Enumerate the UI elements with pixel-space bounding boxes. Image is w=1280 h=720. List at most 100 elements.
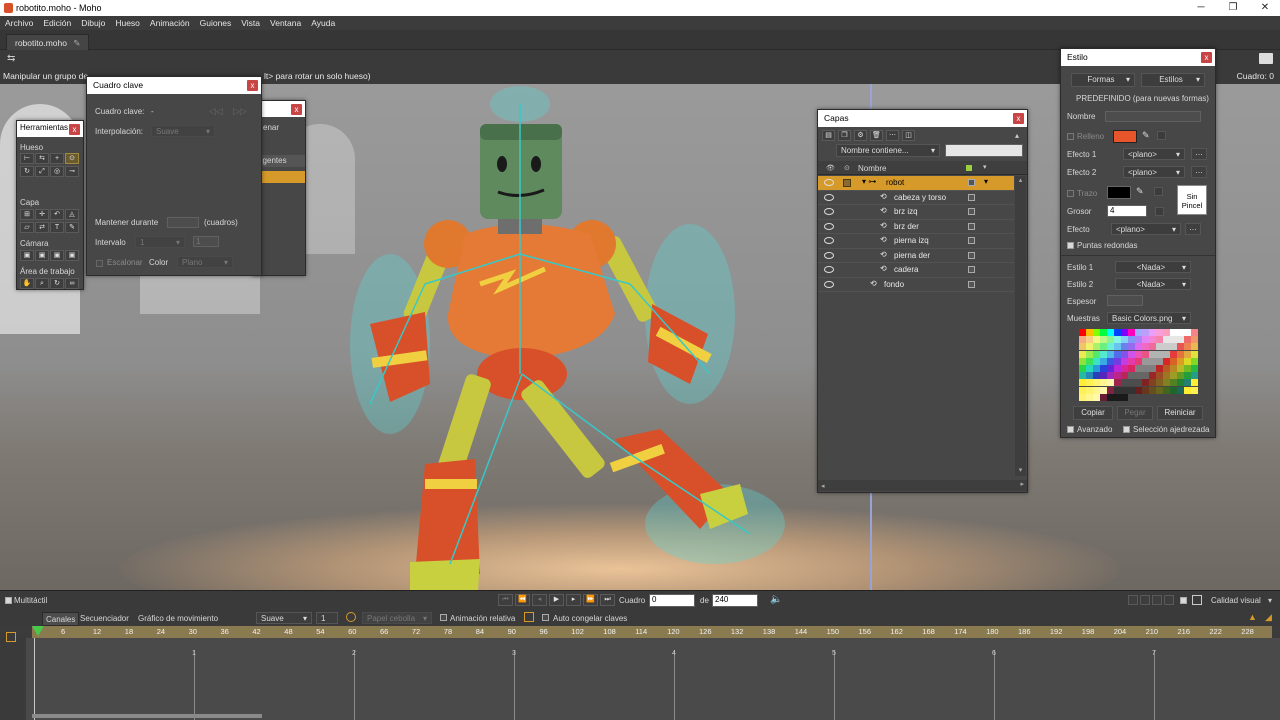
layer-row[interactable]: ⟲ pierna izq bbox=[818, 234, 1014, 249]
layer-checkbox[interactable] bbox=[968, 208, 975, 215]
formas-dropdown[interactable]: Formas ▾ bbox=[1071, 73, 1135, 87]
multitactil-checkbox[interactable] bbox=[5, 597, 12, 604]
layer-checkbox[interactable] bbox=[968, 179, 975, 186]
palette-swatch[interactable] bbox=[1107, 329, 1114, 336]
palette-swatch[interactable] bbox=[1093, 357, 1100, 365]
palette-swatch[interactable] bbox=[1086, 343, 1093, 351]
single-view-icon[interactable] bbox=[1128, 595, 1138, 605]
palette-swatch[interactable] bbox=[1079, 372, 1086, 380]
interpolation-dropdown[interactable]: Suave ▾ bbox=[151, 125, 215, 137]
palette-swatch[interactable] bbox=[1149, 372, 1156, 380]
chevron-down-icon[interactable]: ▾ bbox=[1268, 596, 1272, 605]
interp-number-dropdown[interactable]: 1 bbox=[316, 612, 338, 624]
palette-swatch[interactable] bbox=[1135, 364, 1142, 372]
palette-swatch[interactable] bbox=[1177, 343, 1184, 351]
espesor-input[interactable] bbox=[1107, 295, 1143, 306]
rotate-layer-tool-icon[interactable]: ↶ bbox=[50, 209, 64, 220]
palette-swatch[interactable] bbox=[1142, 336, 1149, 344]
palette-swatch[interactable] bbox=[1149, 343, 1156, 351]
palette-swatch[interactable] bbox=[1079, 357, 1086, 365]
animacion-relativa-checkbox[interactable] bbox=[440, 614, 447, 621]
eyedropper-icon[interactable]: ✎ bbox=[1142, 130, 1150, 141]
eyedropper-icon[interactable]: ✎ bbox=[1136, 186, 1144, 197]
grosor-input[interactable]: 4 bbox=[1107, 205, 1147, 217]
color-dropdown[interactable]: Plano ▾ bbox=[177, 256, 233, 268]
palette-swatch[interactable] bbox=[1191, 336, 1198, 344]
efecto-dropdown[interactable]: <plano> ▾ bbox=[1111, 223, 1181, 235]
palette-swatch[interactable] bbox=[1170, 350, 1177, 358]
palette-swatch[interactable] bbox=[1156, 364, 1163, 372]
palette-swatch[interactable] bbox=[1177, 357, 1184, 365]
palette-swatch[interactable] bbox=[1149, 386, 1156, 394]
play-icon[interactable]: ▶ bbox=[549, 594, 564, 606]
tools-close-icon[interactable]: x bbox=[69, 124, 80, 135]
palette-swatch[interactable] bbox=[1086, 336, 1093, 344]
rotate-bone-tool-icon[interactable]: ↻ bbox=[20, 166, 34, 177]
palette-swatch[interactable] bbox=[1156, 357, 1163, 365]
zoom-camera-icon[interactable]: ▣ bbox=[35, 250, 49, 261]
minimize-icon[interactable]: ─ bbox=[1186, 0, 1216, 16]
palette-swatch[interactable] bbox=[1079, 393, 1086, 401]
palette-swatch[interactable] bbox=[1177, 379, 1184, 387]
efecto-more-button[interactable]: … bbox=[1185, 223, 1201, 235]
palette-swatch[interactable] bbox=[1100, 350, 1107, 358]
palette-swatch[interactable] bbox=[1107, 357, 1114, 365]
layer-settings-icon[interactable]: ⚙ bbox=[854, 130, 867, 141]
palette-swatch[interactable] bbox=[1156, 329, 1163, 336]
palette-swatch[interactable] bbox=[1121, 343, 1128, 351]
scale-bone-tool-icon[interactable]: ⤢ bbox=[35, 166, 49, 177]
menu-dibujo[interactable]: Dibujo bbox=[76, 16, 110, 30]
prev-keyframe-icon[interactable]: ◁◁ bbox=[209, 106, 223, 117]
palette-swatch[interactable] bbox=[1163, 364, 1170, 372]
reparent-bone-tool-icon[interactable]: ⊸ bbox=[65, 166, 79, 177]
bone-strength-tool-icon[interactable]: ◎ bbox=[50, 166, 64, 177]
palette-swatch[interactable] bbox=[1128, 386, 1135, 394]
translate-bone-tool-icon[interactable]: ⇆ bbox=[35, 153, 49, 164]
palette-swatch[interactable] bbox=[1142, 364, 1149, 372]
palette-swatch[interactable] bbox=[1100, 343, 1107, 351]
scroll-left-icon[interactable]: ◂ bbox=[821, 483, 825, 490]
new-layer-icon[interactable]: ▤ bbox=[822, 130, 835, 141]
current-frame-input[interactable]: 0 bbox=[649, 594, 695, 607]
palette-swatch[interactable] bbox=[1107, 386, 1114, 394]
next-keyframe-icon[interactable]: ▷▷ bbox=[233, 106, 247, 117]
palette-swatch[interactable] bbox=[1086, 393, 1093, 401]
palette-swatch[interactable] bbox=[1156, 379, 1163, 387]
palette-swatch[interactable] bbox=[1163, 336, 1170, 344]
fill-color-swatch[interactable] bbox=[1113, 130, 1137, 143]
select-bone-tool-icon[interactable]: ⊢ bbox=[20, 153, 34, 164]
orbit-workspace-icon[interactable]: ∞ bbox=[65, 278, 79, 289]
palette-swatch[interactable] bbox=[1142, 386, 1149, 394]
last-frame-icon[interactable]: ⏭ bbox=[600, 594, 615, 606]
total-frames-input[interactable]: 240 bbox=[712, 594, 758, 607]
palette-swatch[interactable] bbox=[1142, 357, 1149, 365]
palette-swatch[interactable] bbox=[1086, 379, 1093, 387]
palette-swatch[interactable] bbox=[1086, 357, 1093, 365]
prev-frame-icon[interactable]: ◂ bbox=[532, 594, 547, 606]
palette-swatch[interactable] bbox=[1184, 364, 1191, 372]
menu-archivo[interactable]: Archivo bbox=[0, 16, 38, 30]
eye-icon[interactable] bbox=[824, 179, 834, 186]
hand-icon[interactable]: ✋ bbox=[20, 278, 34, 289]
next-frame-icon[interactable]: ▸ bbox=[566, 594, 581, 606]
palette-swatch[interactable] bbox=[1093, 386, 1100, 394]
document-tab[interactable]: robotito.moho ✎ bbox=[6, 34, 90, 50]
puntas-checkbox[interactable] bbox=[1067, 242, 1074, 249]
palette-swatch[interactable] bbox=[1142, 329, 1149, 336]
palette-swatch[interactable] bbox=[1100, 357, 1107, 365]
palette-swatch[interactable] bbox=[1149, 364, 1156, 372]
filter-dropdown[interactable]: Nombre contiene... ▾ bbox=[836, 144, 940, 157]
palette-swatch[interactable] bbox=[1149, 350, 1156, 358]
flip-layer-tool-icon[interactable]: ⇄ bbox=[35, 222, 49, 233]
track-camera-icon[interactable]: ▣ bbox=[20, 250, 34, 261]
eye-icon[interactable] bbox=[824, 280, 834, 288]
palette-swatch[interactable] bbox=[1163, 357, 1170, 365]
layers-close-icon[interactable]: x bbox=[1013, 113, 1024, 124]
eye-icon[interactable] bbox=[824, 237, 834, 244]
palette-swatch[interactable] bbox=[1121, 393, 1128, 401]
palette-swatch[interactable] bbox=[1135, 329, 1142, 336]
add-bone-tool-icon[interactable]: + bbox=[50, 153, 64, 164]
layer-checkbox[interactable] bbox=[968, 251, 975, 259]
first-frame-icon[interactable]: ⏮ bbox=[498, 594, 513, 606]
palette-swatch[interactable] bbox=[1121, 364, 1128, 372]
